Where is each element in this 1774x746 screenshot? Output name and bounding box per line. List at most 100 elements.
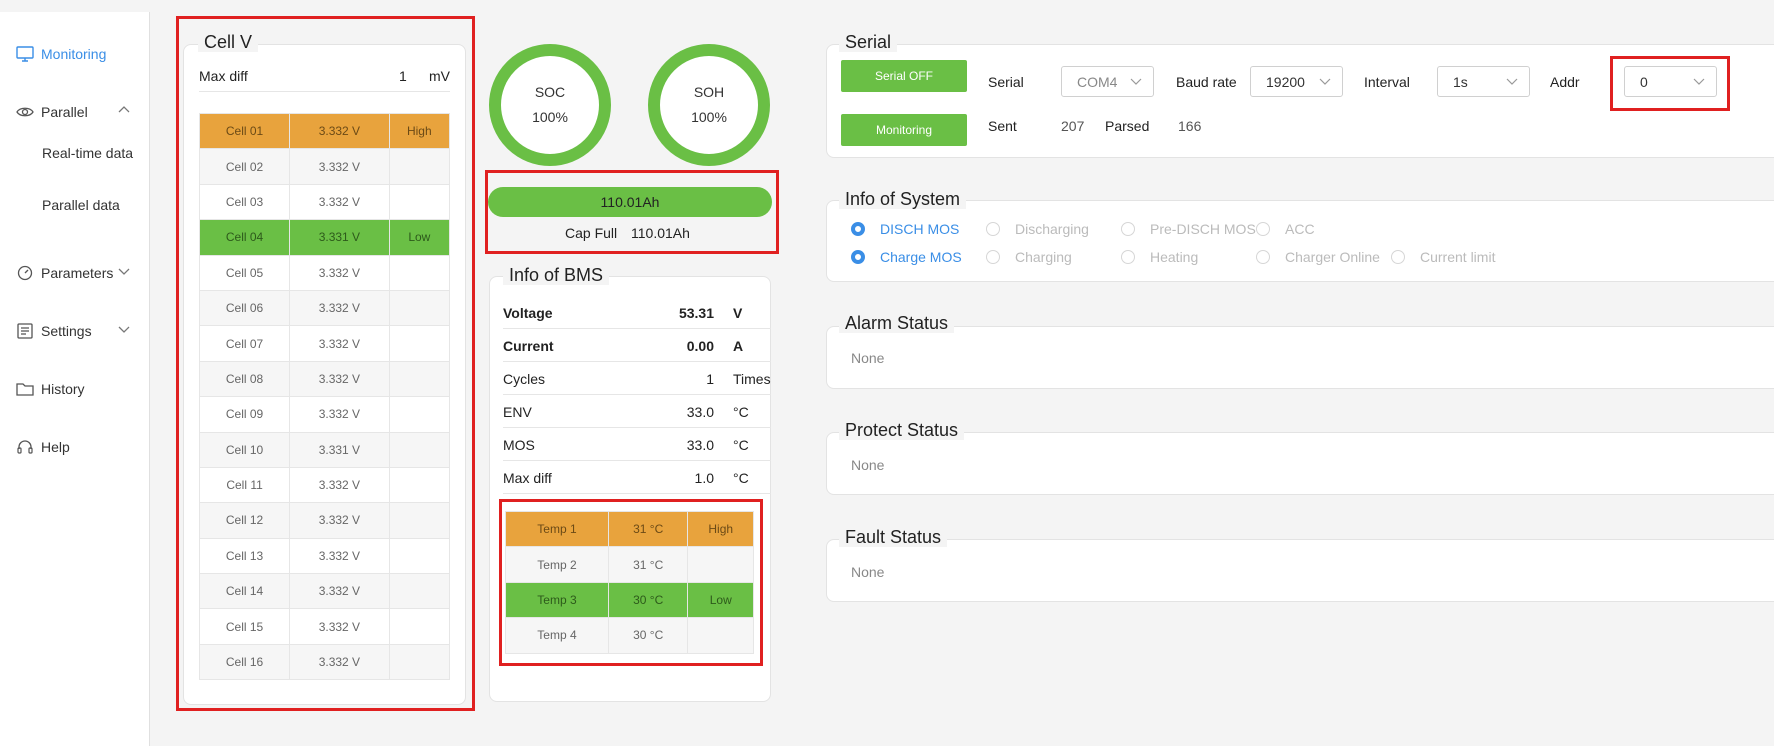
temp-name: Temp 2 [505,546,609,583]
temp-status [687,546,754,583]
sidebar-item-settings[interactable]: Settings [0,316,150,346]
cell-row: Cell 15 3.332 V [198,608,451,645]
sidebar-item-label: Settings [41,323,92,339]
bms-value: 53.31 [678,305,714,321]
status-indicator [1256,250,1270,264]
cell-value: 3.332 V [289,148,390,185]
protect-title: Protect Status [839,420,965,440]
status-flag-label: Charge MOS [880,249,962,265]
cell-status: Low [388,219,451,256]
bms-unit: V [733,305,743,321]
interval-select[interactable]: 1s [1437,66,1530,97]
cell-name: Cell 10 [198,431,291,468]
cell-row: Cell 02 3.332 V [198,148,451,185]
bms-row: Cycles 1 Times [503,362,771,395]
temp-status [687,617,754,654]
cell-status [388,431,451,468]
temp-row: Temp 4 30 °C [505,617,754,654]
bms-row: Max diff 1.0 °C [503,461,771,494]
temp-name: Temp 3 [505,581,609,619]
temp-value: 30 °C [607,617,689,654]
cell-status [388,502,451,539]
sidebar-item-help[interactable]: Help [0,432,150,462]
maxdiff-value: 1 [399,68,407,84]
addr-select[interactable]: 0 [1624,66,1717,97]
temp-status: Low [687,581,754,619]
cell-row: Cell 13 3.332 V [198,537,451,575]
cell-value: 3.332 V [289,643,390,681]
serial-port-value: COM4 [1077,74,1118,90]
chevron-down-icon [1130,78,1142,85]
cell-status [388,608,451,645]
temp-row: Temp 2 31 °C [505,546,754,583]
cell-value: 3.332 V [289,466,390,504]
cell-row: Cell 03 3.332 V [198,183,451,221]
sidebar-item-parallel-data[interactable]: Parallel data [42,197,120,219]
folder-icon [16,383,34,396]
serial-off-button[interactable]: Serial OFF [841,60,967,92]
cell-status [388,254,451,291]
cell-status [388,643,451,681]
chevron-up-icon [118,106,130,113]
addr-label: Addr [1550,74,1580,90]
cell-value: 3.332 V [289,289,390,327]
cellv-title: Cell V [198,32,259,52]
maxdiff-unit: mV [429,68,450,84]
fault-value: None [851,564,885,580]
status-flag-label: Pre-DISCH MOS [1150,221,1256,237]
cell-status: High [388,112,451,150]
cell-name: Cell 03 [198,183,291,221]
temp-value: 31 °C [607,546,689,583]
cell-status [388,289,451,327]
bms-row: MOS 33.0 °C [503,428,771,461]
bms-value: 33.0 [686,404,714,420]
capfull-value: 110.01Ah [631,225,690,241]
cell-value: 3.332 V [289,183,390,221]
serial-title: Serial [839,32,898,52]
cell-name: Cell 14 [198,573,291,610]
bms-label: MOS [503,437,535,453]
divider [199,91,450,92]
sidebar-item-label: Help [41,439,70,455]
cell-value: 3.332 V [289,573,390,610]
cell-value: 3.332 V [289,325,390,362]
cell-name: Cell 08 [198,360,291,398]
cell-value: 3.331 V [289,219,390,256]
capacity-bar: 110.01Ah [488,187,772,217]
cell-status [388,396,451,433]
serial-port-select[interactable]: COM4 [1061,66,1154,97]
cell-status [388,148,451,185]
status-flag-label: DISCH MOS [880,221,960,237]
temp-status: High [687,510,754,548]
temp-name: Temp 1 [505,510,609,548]
bms-unit: °C [733,404,749,420]
serial-port-label: Serial [988,74,1024,90]
status-indicator [851,250,865,264]
temp-row: Temp 1 31 °C High [505,510,754,548]
bms-value: 1 [706,371,714,387]
sidebar: Monitoring Parallel Real-time data Paral… [0,12,150,746]
system-panel [826,200,1774,282]
cell-name: Cell 16 [198,643,291,681]
baud-rate-select[interactable]: 19200 [1250,66,1343,97]
temp-value: 30 °C [607,581,689,619]
cell-row: Cell 01 3.332 V High [198,112,451,150]
chevron-down-icon [1319,78,1331,85]
sidebar-item-parallel[interactable]: Parallel [0,97,150,127]
alarm-title: Alarm Status [839,313,955,333]
sidebar-item-history[interactable]: History [0,374,150,404]
soc-label: SOC [534,84,566,100]
monitoring-button[interactable]: Monitoring [841,114,967,146]
status-indicator [986,250,1000,264]
sidebar-item-label: Parameters [41,265,114,281]
cell-status [388,573,451,610]
sidebar-item-realtime-data[interactable]: Real-time data [42,145,133,167]
parsed-value: 166 [1178,118,1202,134]
cell-status [388,183,451,221]
cell-row: Cell 11 3.332 V [198,466,451,504]
sidebar-item-monitoring[interactable]: Monitoring [0,39,150,69]
sidebar-item-parameters[interactable]: Parameters [0,258,150,288]
status-flag-label: Charger Online [1285,249,1380,265]
cell-status [388,325,451,362]
bms-label: Max diff [503,470,552,486]
